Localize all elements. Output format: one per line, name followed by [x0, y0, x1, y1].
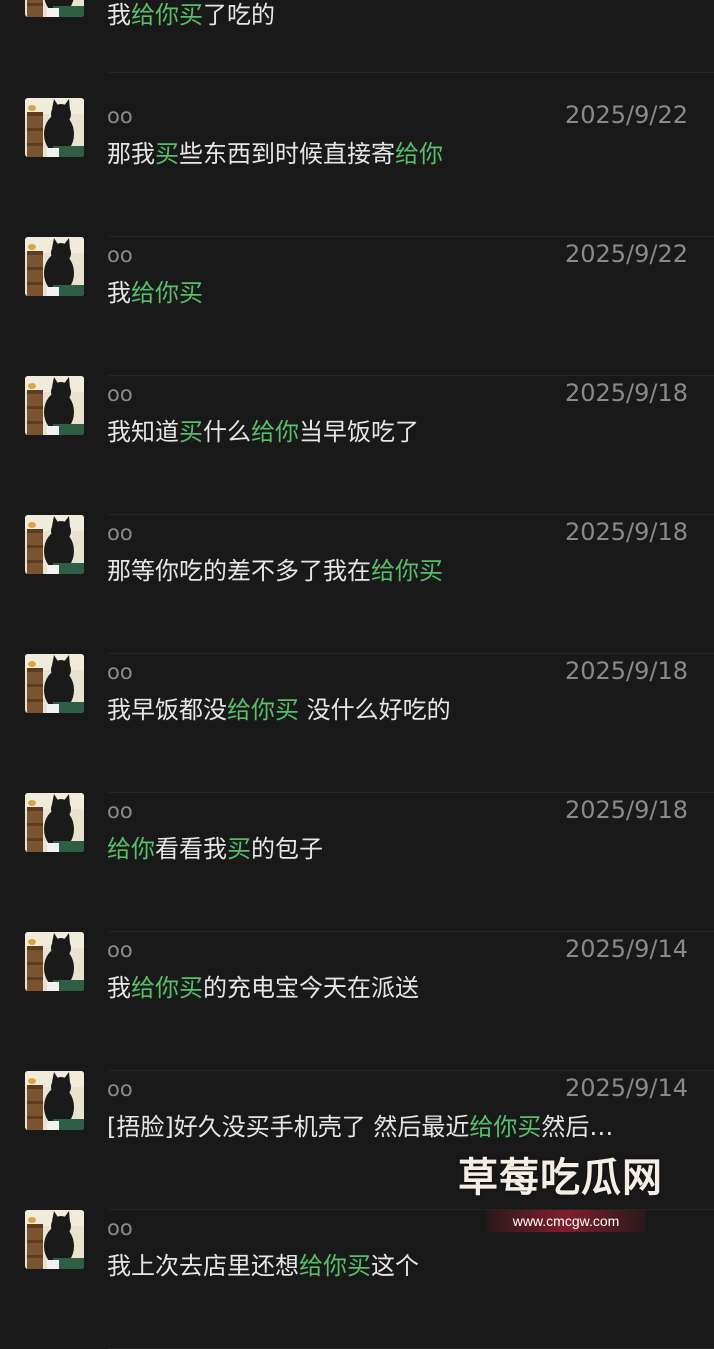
chat-result-item[interactable]: oo 2025/9/18 给你看看我买的包子: [0, 793, 714, 932]
cat-avatar-icon[interactable]: [25, 376, 84, 435]
message-preview: 那等你吃的差不多了我在给你买: [107, 553, 689, 589]
message-text: 我: [107, 974, 131, 1002]
watermark: 草莓吃瓜网 www.cmcgw.com: [450, 1150, 680, 1236]
message-text: 的充电宝今天在派送: [203, 974, 419, 1002]
chat-result-item[interactable]: oo 2025/9/14 我给你买的充电宝今天在派送: [0, 932, 714, 1071]
message-preview: 我给你买: [107, 275, 689, 311]
watermark-url: www.cmcgw.com: [486, 1210, 646, 1232]
contact-name: oo: [107, 938, 133, 962]
message-text: [捂脸]好久没买手机壳了 然后最近: [107, 1113, 470, 1141]
cat-avatar-icon[interactable]: [25, 654, 84, 713]
chat-result-item[interactable]: oo 2025/9/22 我给你买: [0, 237, 714, 376]
highlighted-keyword: 买: [155, 140, 179, 168]
highlighted-keyword: 给你买: [469, 1113, 542, 1141]
highlighted-keyword: 给你: [395, 140, 443, 168]
message-text: 那等你吃的差不多了我在: [107, 557, 371, 585]
message-preview: 我给你买的充电宝今天在派送: [107, 970, 689, 1006]
message-text: 看看我: [155, 835, 227, 863]
contact-name: oo: [107, 799, 133, 823]
message-date: 2025/9/18: [564, 379, 688, 407]
message-text: 了吃的: [203, 1, 275, 29]
message-preview: 我早饭都没给你买 没什么好吃的: [107, 692, 689, 728]
message-date: 2025/9/14: [564, 935, 688, 963]
chat-result-item[interactable]: 我给你买了吃的: [0, 0, 714, 73]
contact-name: oo: [107, 1216, 133, 1240]
message-text: 我: [107, 1, 131, 29]
cat-avatar-icon[interactable]: [25, 1071, 84, 1130]
message-preview: 我给你买了吃的: [107, 0, 275, 33]
message-date: 2025/9/18: [564, 518, 688, 546]
message-preview: [捂脸]好久没买手机壳了 然后最近给你买然后…: [107, 1109, 689, 1145]
message-text: 然后…: [541, 1113, 614, 1141]
chat-result-item[interactable]: oo 2025/9/18 我知道买什么给你当早饭吃了: [0, 376, 714, 515]
watermark-title: 草莓吃瓜网: [458, 1155, 663, 1201]
message-text: 我早饭都没: [107, 696, 227, 724]
highlighted-keyword: 给你买: [131, 1, 203, 29]
message-text: 那我: [107, 140, 155, 168]
contact-name: oo: [107, 521, 133, 545]
message-text: 没什么好吃的: [299, 696, 451, 724]
chat-result-item[interactable]: oo 2025/9/18 我早饭都没给你买 没什么好吃的: [0, 654, 714, 793]
contact-name: oo: [107, 1077, 133, 1101]
message-date: 2025/9/18: [564, 796, 688, 824]
message-date: 2025/9/22: [564, 101, 688, 129]
highlighted-keyword: 给你买: [131, 974, 203, 1002]
message-preview: 我知道买什么给你当早饭吃了: [107, 414, 689, 450]
cat-avatar-icon[interactable]: [25, 515, 84, 574]
cat-avatar-icon[interactable]: [25, 0, 84, 17]
highlighted-keyword: 买: [179, 418, 203, 446]
cat-avatar-icon[interactable]: [25, 1210, 84, 1269]
cat-avatar-icon[interactable]: [25, 932, 84, 991]
contact-name: oo: [107, 382, 133, 406]
highlighted-keyword: 给你买: [371, 557, 443, 585]
message-text: 这个: [371, 1252, 419, 1280]
highlighted-keyword: 给你: [107, 835, 155, 863]
message-text: 些东西到时候直接寄: [179, 140, 395, 168]
highlighted-keyword: 给你: [251, 418, 299, 446]
message-text: 的包子: [251, 835, 323, 863]
contact-name: oo: [107, 243, 133, 267]
message-date: 2025/9/18: [564, 657, 688, 685]
message-text: 我: [107, 279, 131, 307]
cat-avatar-icon[interactable]: [25, 237, 84, 296]
message-preview: 给你看看我买的包子: [107, 831, 689, 867]
cat-avatar-icon[interactable]: [25, 793, 84, 852]
chat-result-item[interactable]: oo 2025/9/18 那等你吃的差不多了我在给你买: [0, 515, 714, 654]
highlighted-keyword: 给你买: [131, 279, 203, 307]
message-text: 当早饭吃了: [299, 418, 419, 446]
message-preview: 那我买些东西到时候直接寄给你: [107, 136, 689, 172]
highlighted-keyword: 买: [227, 835, 251, 863]
message-preview: 我上次去店里还想给你买这个: [107, 1248, 689, 1284]
contact-name: oo: [107, 104, 133, 128]
message-date: 2025/9/22: [564, 240, 688, 268]
chat-result-item[interactable]: oo 2025/9/22 那我买些东西到时候直接寄给你: [0, 98, 714, 237]
message-text: 我知道: [107, 418, 179, 446]
highlighted-keyword: 给你买: [299, 1252, 371, 1280]
contact-name: oo: [107, 660, 133, 684]
highlighted-keyword: 给你买: [227, 696, 299, 724]
message-date: 2025/9/14: [564, 1074, 688, 1102]
message-text: 我上次去店里还想: [107, 1252, 299, 1280]
cat-avatar-icon[interactable]: [25, 98, 84, 157]
message-text: 什么: [203, 418, 251, 446]
divider: [108, 72, 714, 73]
